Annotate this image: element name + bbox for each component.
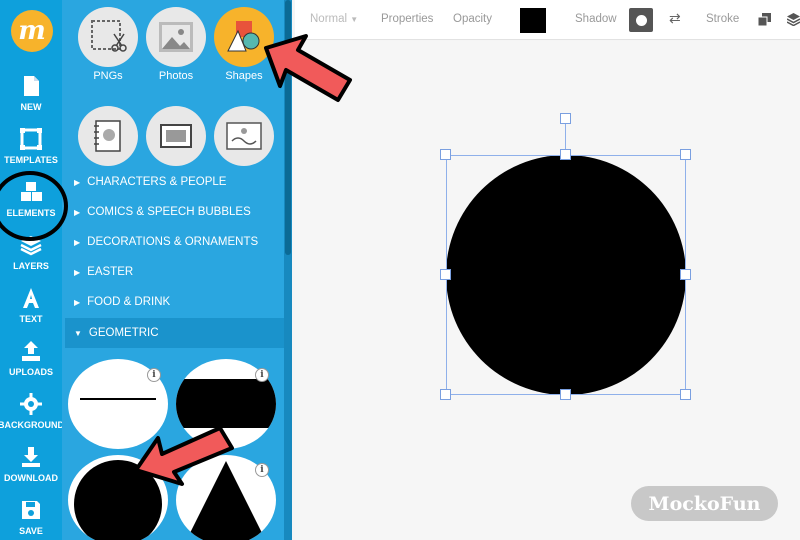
- chevron-right-icon: ▶: [74, 267, 81, 277]
- category-shapes-button[interactable]: [214, 7, 274, 67]
- resize-handle-bl[interactable]: [440, 389, 451, 400]
- fill-color-swatch[interactable]: [520, 8, 546, 33]
- rail-label: DOWNLOAD: [4, 473, 58, 483]
- selection-box: [446, 155, 686, 395]
- chevron-right-icon: ▶: [74, 237, 81, 247]
- elements-icon: [21, 182, 42, 201]
- tree-label: FOOD & DRINK: [87, 296, 171, 308]
- logo-letter: m: [18, 16, 46, 46]
- shadow-label: Shadow: [575, 13, 617, 25]
- rail-label: LAYERS: [13, 261, 49, 271]
- rectangle-shape: [176, 379, 276, 428]
- upload-icon: [22, 341, 40, 361]
- rail-item-save[interactable]: SAVE: [0, 496, 62, 540]
- chevron-down-icon: ▼: [74, 328, 82, 338]
- blend-mode-value: Normal: [310, 13, 348, 25]
- frame-icon: [160, 124, 192, 148]
- top-toolbar: Normal ▼ Properties Opacity Shadow ⇄ Str…: [295, 0, 800, 40]
- shadow-toggle[interactable]: [629, 8, 653, 32]
- card-icon: [226, 122, 262, 150]
- tree-item-characters[interactable]: ▶ CHARACTERS & PEOPLE: [74, 170, 284, 194]
- png-cutout-icon: [91, 20, 127, 52]
- scrapbook-button[interactable]: [78, 106, 138, 166]
- info-icon[interactable]: i: [255, 463, 269, 477]
- swap-icon[interactable]: ⇄: [669, 10, 681, 27]
- rail-item-new[interactable]: NEW: [0, 72, 62, 122]
- photo-icon: [159, 22, 193, 52]
- blend-mode-dropdown[interactable]: Normal ▼: [310, 13, 358, 25]
- left-rail: m NEW TEMPLATES ELEMENTS LAYERS TEXT UPL…: [0, 0, 64, 540]
- resize-handle-b[interactable]: [560, 389, 571, 400]
- rail-label: BACKGROUND: [0, 420, 64, 430]
- chevron-right-icon: ▶: [74, 177, 81, 187]
- rail-item-text[interactable]: TEXT: [0, 284, 62, 334]
- chevron-right-icon: ▶: [74, 297, 81, 307]
- tree-label: COMICS & SPEECH BUBBLES: [87, 206, 251, 218]
- rail-item-layers[interactable]: LAYERS: [0, 231, 62, 281]
- tree-item-comics[interactable]: ▶ COMICS & SPEECH BUBBLES: [74, 200, 284, 224]
- panel-scrollbar[interactable]: [284, 0, 292, 540]
- rail-label: ELEMENTS: [6, 208, 56, 218]
- rail-label: TEXT: [19, 314, 43, 324]
- download-icon: [22, 447, 40, 467]
- resize-handle-l[interactable]: [440, 269, 451, 280]
- rail-label: NEW: [20, 102, 42, 112]
- rail-label: SAVE: [19, 526, 43, 536]
- templates-icon: [20, 128, 42, 150]
- layers-stack-icon[interactable]: [787, 13, 800, 26]
- tree-item-food[interactable]: ▶ FOOD & DRINK: [74, 290, 284, 314]
- category-photos-button[interactable]: [146, 7, 206, 67]
- elements-panel: PNGs Photos Shapes ▶ CHARACTERS & PEOPLE …: [62, 0, 292, 540]
- copy-icon[interactable]: [758, 13, 771, 26]
- resize-handle-r[interactable]: [680, 269, 691, 280]
- rail-item-templates[interactable]: TEMPLATES: [0, 125, 62, 175]
- line-shape: [80, 398, 156, 400]
- frames-button[interactable]: [146, 106, 206, 166]
- scrollbar-thumb[interactable]: [285, 0, 291, 255]
- logo[interactable]: m: [11, 10, 53, 52]
- rail-item-download[interactable]: DOWNLOAD: [0, 443, 62, 493]
- tree-label: DECORATIONS & ORNAMENTS: [87, 236, 259, 248]
- stroke-button[interactable]: Stroke: [706, 13, 739, 25]
- resize-handle-tr[interactable]: [680, 149, 691, 160]
- rail-item-elements[interactable]: ELEMENTS: [0, 178, 62, 228]
- info-icon[interactable]: i: [147, 368, 161, 382]
- tree-item-decorations[interactable]: ▶ DECORATIONS & ORNAMENTS: [74, 230, 284, 254]
- opacity-button[interactable]: Opacity: [453, 13, 492, 25]
- tree-label: CHARACTERS & PEOPLE: [87, 176, 227, 188]
- properties-button[interactable]: Properties: [381, 13, 433, 25]
- rail-label: UPLOADS: [8, 367, 53, 377]
- save-icon: [22, 501, 40, 519]
- layers-icon: [20, 236, 42, 256]
- resize-handle-br[interactable]: [680, 389, 691, 400]
- resize-handle-tl[interactable]: [440, 149, 451, 160]
- tree-label: GEOMETRIC: [88, 327, 159, 339]
- category-pngs-button[interactable]: [78, 7, 138, 67]
- rail-item-background[interactable]: BACKGROUND: [0, 390, 64, 440]
- tree-label: EASTER: [87, 266, 134, 278]
- watermark-badge: MockoFun: [631, 486, 778, 521]
- new-file-icon: [24, 76, 39, 96]
- text-icon: [23, 288, 39, 308]
- gear-icon: [20, 393, 42, 415]
- stickers-button[interactable]: [214, 106, 274, 166]
- resize-handle-t[interactable]: [560, 149, 571, 160]
- category-label: Shapes: [225, 70, 263, 82]
- info-icon[interactable]: i: [147, 463, 161, 477]
- info-icon[interactable]: i: [255, 368, 269, 382]
- notebook-icon: [94, 120, 121, 152]
- shapes-icon: [227, 21, 260, 52]
- chevron-right-icon: ▶: [74, 207, 81, 217]
- tree-item-geometric[interactable]: ▼ GEOMETRIC: [65, 318, 284, 348]
- tree-item-easter[interactable]: ▶ EASTER: [74, 260, 284, 284]
- shadow-dot-icon: [635, 14, 647, 26]
- rail-item-uploads[interactable]: UPLOADS: [0, 337, 62, 387]
- caret-down-icon: ▼: [350, 15, 359, 24]
- rail-label: TEMPLATES: [4, 155, 58, 165]
- rotate-handle[interactable]: [560, 113, 571, 124]
